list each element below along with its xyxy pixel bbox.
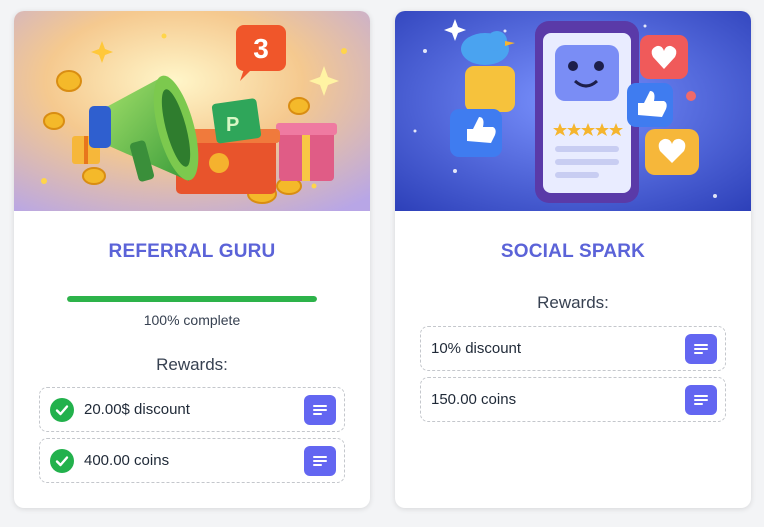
reward-text: 400.00 coins xyxy=(84,452,170,469)
progress-bar xyxy=(67,296,317,302)
reward-item: 10% discount xyxy=(420,326,726,371)
progress-section: 100% complete xyxy=(67,296,317,328)
reward-text: 150.00 coins xyxy=(431,391,517,408)
card-title: SOCIAL SPARK xyxy=(500,241,646,262)
reward-item: 150.00 coins xyxy=(420,377,726,422)
reward-list: 20.00$ discount 400.00 coins xyxy=(14,387,370,483)
rewards-heading: Rewards: xyxy=(156,355,228,374)
social-banner-image xyxy=(395,11,751,211)
reward-details-button[interactable] xyxy=(685,333,717,364)
reward-text: 20.00$ discount xyxy=(84,401,190,418)
challenge-cards: P 3 REFERRAL GURU 100% complete Rewards: xyxy=(0,0,764,527)
progress-text: 100% complete xyxy=(143,312,241,328)
challenge-card-referral-guru[interactable]: P 3 REFERRAL GURU 100% complete Rewards: xyxy=(14,11,370,508)
reward-text: 10% discount xyxy=(431,340,522,357)
reward-item: 400.00 coins xyxy=(39,438,345,483)
list-lines-icon xyxy=(694,394,708,405)
list-lines-icon xyxy=(313,455,327,466)
referral-banner-image: P 3 xyxy=(14,11,370,211)
smartphone-social-icon xyxy=(395,11,751,211)
reward-details-button[interactable] xyxy=(304,445,336,476)
reward-item: 20.00$ discount xyxy=(39,387,345,432)
reward-details-button[interactable] xyxy=(685,384,717,415)
reward-list: 10% discount 150.00 coins xyxy=(395,326,751,422)
check-circle-icon xyxy=(50,448,74,473)
progress-bar-fill xyxy=(67,296,317,302)
badge-number: 3 xyxy=(253,33,269,64)
svg-text:P: P xyxy=(226,114,239,136)
list-lines-icon xyxy=(694,343,708,354)
list-lines-icon xyxy=(313,404,327,415)
megaphone-gift-icon: P 3 xyxy=(14,11,370,211)
reward-details-button[interactable] xyxy=(304,394,336,425)
challenge-card-social-spark[interactable]: SOCIAL SPARK Rewards: 10% discount 150.0… xyxy=(395,11,751,508)
card-title: REFERRAL GURU xyxy=(108,241,276,262)
check-circle-icon xyxy=(50,397,74,422)
rewards-heading: Rewards: xyxy=(537,293,609,312)
